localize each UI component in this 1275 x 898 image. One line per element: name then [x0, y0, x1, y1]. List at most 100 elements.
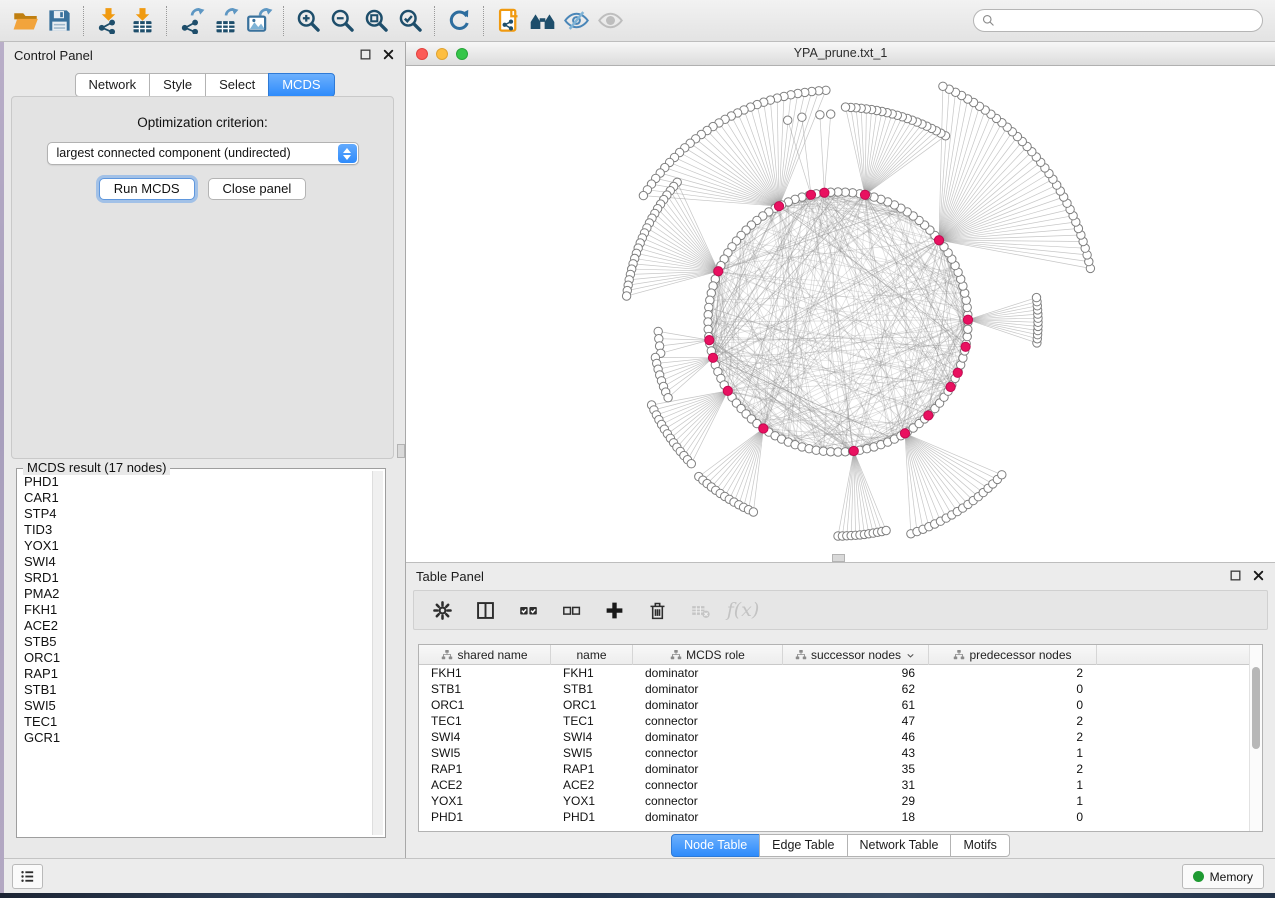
close-icon[interactable]	[382, 48, 395, 61]
table-row[interactable]: YOX1YOX1connector291	[419, 793, 1262, 809]
import-table-button[interactable]	[125, 4, 159, 38]
cell-name[interactable]: FKH1	[551, 665, 633, 681]
cell-successor-nodes[interactable]: 29	[783, 793, 929, 809]
cell-shared-name[interactable]: YOX1	[419, 793, 551, 809]
network-graph[interactable]	[406, 66, 1273, 562]
mcds-node[interactable]	[953, 368, 962, 377]
cell-MCDS-role[interactable]: connector	[633, 777, 783, 793]
zoom-in-button[interactable]	[291, 4, 325, 38]
deselect-all-button[interactable]	[559, 598, 583, 622]
mcds-result-item[interactable]: GCR1	[24, 730, 369, 746]
mcds-node[interactable]	[849, 446, 858, 455]
import-network-button[interactable]	[91, 4, 125, 38]
mcds-result-item[interactable]: YOX1	[24, 538, 369, 554]
mcds-node[interactable]	[900, 429, 909, 438]
mcds-result-item[interactable]: TEC1	[24, 714, 369, 730]
clone-network-button[interactable]	[491, 4, 525, 38]
table-scrollbar[interactable]	[1249, 645, 1262, 831]
cell-predecessor-nodes[interactable]: 1	[929, 777, 1097, 793]
table-row[interactable]: STB1STB1dominator620	[419, 681, 1262, 697]
tab-network-table[interactable]: Network Table	[847, 834, 952, 857]
eye-button[interactable]	[593, 4, 627, 38]
tab-select[interactable]: Select	[205, 73, 269, 97]
tab-motifs[interactable]: Motifs	[950, 834, 1009, 857]
cell-name[interactable]: TEC1	[551, 713, 633, 729]
table-row[interactable]: ACE2ACE2connector311	[419, 777, 1262, 793]
select-all-button[interactable]	[516, 598, 540, 622]
mcds-result-item[interactable]: STP4	[24, 506, 369, 522]
export-network-button[interactable]	[174, 4, 208, 38]
mcds-result-item[interactable]: PMA2	[24, 586, 369, 602]
binoculars-button[interactable]	[525, 4, 559, 38]
mcds-node[interactable]	[774, 202, 783, 211]
column-header-predecessor-nodes[interactable]: predecessor nodes	[929, 645, 1097, 665]
mcds-result-item[interactable]: STB5	[24, 634, 369, 650]
export-image-button[interactable]	[242, 4, 276, 38]
cell-predecessor-nodes[interactable]: 2	[929, 713, 1097, 729]
satellite-node[interactable]	[687, 460, 695, 468]
zoom-out-button[interactable]	[325, 4, 359, 38]
mcds-node[interactable]	[961, 342, 970, 351]
cell-successor-nodes[interactable]: 47	[783, 713, 929, 729]
cell-name[interactable]: STB1	[551, 681, 633, 697]
cell-predecessor-nodes[interactable]: 2	[929, 729, 1097, 745]
float-icon[interactable]	[1229, 569, 1242, 582]
mcds-result-item[interactable]: ORC1	[24, 650, 369, 666]
clear-table-button[interactable]	[688, 598, 712, 622]
mcds-result-item[interactable]: PHD1	[24, 474, 369, 490]
cell-name[interactable]: SWI5	[551, 745, 633, 761]
tab-style[interactable]: Style	[149, 73, 206, 97]
satellite-node[interactable]	[639, 191, 647, 199]
zoom-selected-button[interactable]	[393, 4, 427, 38]
mcds-node[interactable]	[963, 315, 972, 324]
column-header-shared-name[interactable]: shared name	[419, 645, 551, 665]
run-mcds-button[interactable]: Run MCDS	[99, 178, 195, 200]
mcds-node[interactable]	[714, 267, 723, 276]
table-row[interactable]: RAP1RAP1dominator352	[419, 761, 1262, 777]
satellite-node[interactable]	[1032, 293, 1040, 301]
mcds-result-item[interactable]: FKH1	[24, 602, 369, 618]
add-row-button[interactable]	[602, 598, 626, 622]
table-row[interactable]: PHD1PHD1dominator180	[419, 809, 1262, 825]
search-input[interactable]	[973, 9, 1263, 32]
cell-MCDS-role[interactable]: dominator	[633, 665, 783, 681]
cell-MCDS-role[interactable]: dominator	[633, 809, 783, 825]
cell-name[interactable]: YOX1	[551, 793, 633, 809]
satellite-node[interactable]	[816, 111, 824, 119]
cell-name[interactable]: SWI4	[551, 729, 633, 745]
table-scrollbar-thumb[interactable]	[1252, 667, 1260, 749]
mcds-result-item[interactable]: STB1	[24, 682, 369, 698]
column-header-name[interactable]: name	[551, 645, 633, 665]
table-row[interactable]: FKH1FKH1dominator962	[419, 665, 1262, 681]
table-row[interactable]: SWI5SWI5connector431	[419, 745, 1262, 761]
function-button[interactable]: f(x)	[731, 598, 755, 622]
cell-predecessor-nodes[interactable]: 2	[929, 761, 1097, 777]
satellite-node[interactable]	[749, 508, 757, 516]
mcds-node[interactable]	[924, 411, 933, 420]
satellite-node[interactable]	[798, 113, 806, 121]
cell-predecessor-nodes[interactable]: 1	[929, 793, 1097, 809]
satellite-node[interactable]	[882, 526, 890, 534]
column-header-successor-nodes[interactable]: successor nodes	[783, 645, 929, 665]
open-session-button[interactable]	[8, 4, 42, 38]
satellite-node[interactable]	[784, 116, 792, 124]
cell-shared-name[interactable]: FKH1	[419, 665, 551, 681]
mcds-node[interactable]	[723, 386, 732, 395]
table-row[interactable]: TEC1TEC1connector472	[419, 713, 1262, 729]
result-list-scrollbar[interactable]	[372, 471, 383, 835]
memory-button[interactable]: Memory	[1182, 864, 1264, 889]
close-icon[interactable]	[1252, 569, 1265, 582]
mcds-node[interactable]	[759, 424, 768, 433]
mcds-result-item[interactable]: SWI5	[24, 698, 369, 714]
cell-MCDS-role[interactable]: dominator	[633, 729, 783, 745]
mcds-node[interactable]	[820, 188, 829, 197]
cell-successor-nodes[interactable]: 35	[783, 761, 929, 777]
cell-successor-nodes[interactable]: 46	[783, 729, 929, 745]
cell-predecessor-nodes[interactable]: 1	[929, 745, 1097, 761]
cell-name[interactable]: ACE2	[551, 777, 633, 793]
network-node[interactable]	[964, 325, 972, 333]
settings-button[interactable]	[430, 598, 454, 622]
satellite-node[interactable]	[841, 103, 849, 111]
cell-shared-name[interactable]: ACE2	[419, 777, 551, 793]
mcds-node[interactable]	[946, 382, 955, 391]
